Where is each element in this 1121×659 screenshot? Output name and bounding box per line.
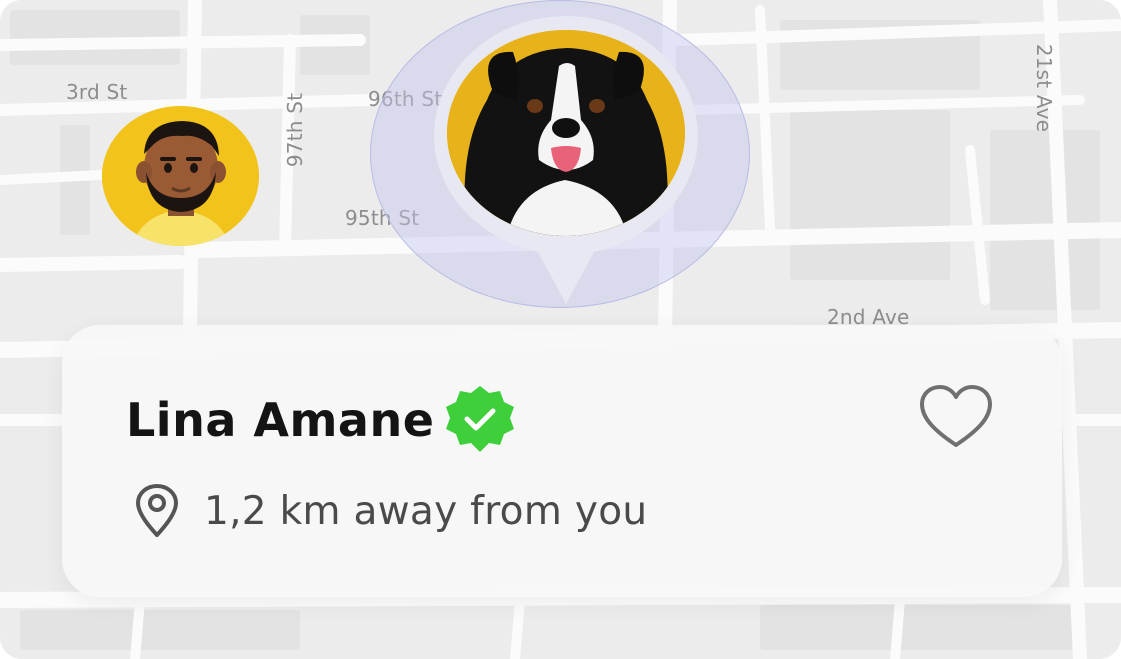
user-avatar-marker[interactable] bbox=[102, 106, 259, 246]
heart-icon[interactable] bbox=[918, 383, 994, 449]
owner-name: Lina Amane bbox=[126, 393, 435, 447]
pet-photo-marker[interactable] bbox=[447, 30, 685, 236]
owner-info-card[interactable]: Lina Amane 1,2 km away from you bbox=[62, 325, 1062, 597]
verified-badge-icon bbox=[446, 386, 515, 452]
street-label-21st-ave: 21st Ave bbox=[1032, 43, 1057, 133]
distance-text: 1,2 km away from you bbox=[204, 488, 648, 534]
map-frame: 3rd St 96th St 95th St 97th St 21st Ave … bbox=[0, 0, 1121, 659]
distance-row: 1,2 km away from you bbox=[130, 483, 647, 539]
owner-name-row: Lina Amane bbox=[126, 382, 518, 458]
user-avatar bbox=[102, 106, 259, 246]
location-pin-icon bbox=[136, 484, 178, 537]
street-label-3rd-st: 3rd St bbox=[66, 80, 128, 104]
dog-photo bbox=[447, 30, 685, 236]
street-label-97th-st: 97th St bbox=[283, 92, 308, 168]
